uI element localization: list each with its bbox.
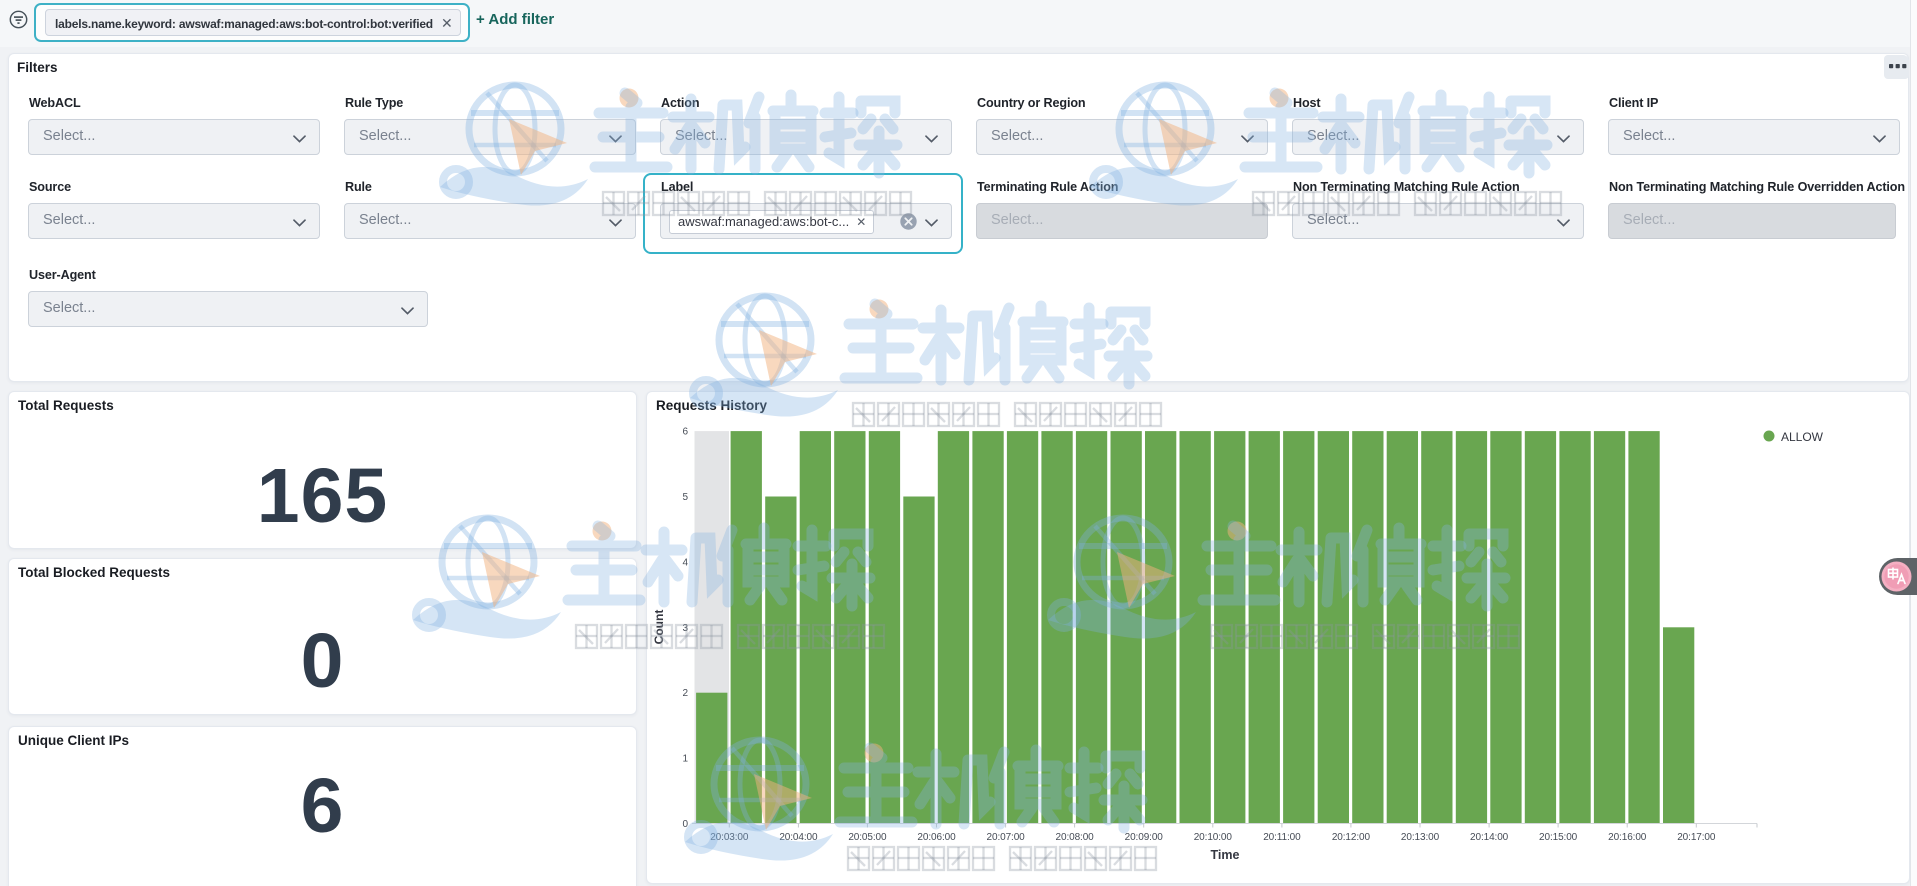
svg-text:ALLOW: ALLOW	[1781, 430, 1824, 444]
svg-text:Time: Time	[1211, 848, 1240, 862]
svg-text:0: 0	[682, 819, 688, 830]
svg-text:4: 4	[682, 557, 688, 568]
svg-text:5: 5	[682, 492, 688, 503]
svg-text:20:17:00: 20:17:00	[1677, 832, 1716, 843]
svg-text:20:12:00: 20:12:00	[1332, 832, 1371, 843]
svg-text:20:11:00: 20:11:00	[1263, 832, 1301, 843]
svg-text:20:13:00: 20:13:00	[1401, 832, 1440, 843]
svg-text:20:05:00: 20:05:00	[848, 832, 887, 843]
svg-text:20:10:00: 20:10:00	[1194, 832, 1233, 843]
svg-text:20:07:00: 20:07:00	[987, 832, 1026, 843]
svg-text:2: 2	[682, 688, 688, 699]
svg-text:1: 1	[682, 754, 688, 765]
svg-text:20:08:00: 20:08:00	[1056, 832, 1095, 843]
svg-text:Count: Count	[652, 610, 666, 645]
svg-text:20:03:00: 20:03:00	[710, 832, 749, 843]
svg-text:20:06:00: 20:06:00	[917, 832, 956, 843]
svg-text:20:09:00: 20:09:00	[1125, 832, 1164, 843]
svg-text:20:14:00: 20:14:00	[1470, 832, 1509, 843]
svg-text:20:04:00: 20:04:00	[779, 832, 818, 843]
svg-text:6: 6	[682, 427, 688, 438]
svg-text:20:16:00: 20:16:00	[1608, 832, 1647, 843]
svg-text:20:15:00: 20:15:00	[1539, 832, 1578, 843]
svg-text:3: 3	[682, 623, 688, 634]
